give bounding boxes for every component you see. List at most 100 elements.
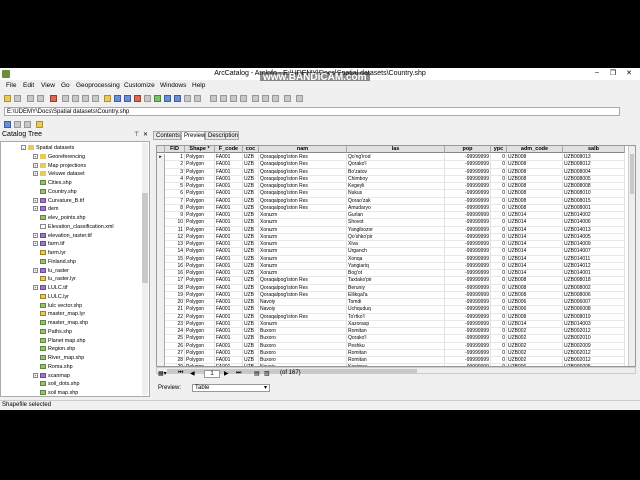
tree-item[interactable]: + Georeferencing [33, 153, 85, 161]
menu-help[interactable]: Help [192, 82, 205, 89]
expand-icon[interactable]: + [33, 206, 38, 212]
maximize-button[interactable]: ❐ [606, 69, 620, 77]
expand-icon[interactable]: + [33, 285, 38, 291]
delete-icon[interactable] [50, 95, 57, 102]
column-header[interactable]: salb [563, 146, 625, 153]
column-header[interactable]: pop [445, 146, 491, 153]
close-button[interactable]: ✕ [622, 69, 636, 77]
minimize-button[interactable]: – [590, 69, 604, 76]
back-icon[interactable] [262, 95, 269, 102]
pin-icon[interactable]: ⊤ [134, 131, 139, 138]
preview-type-select[interactable]: Table ▾ [192, 384, 270, 392]
last-record-button[interactable]: ⏭ [236, 370, 241, 377]
first-record-button[interactable]: ⏮ [178, 370, 183, 377]
arctoolbox-icon[interactable] [134, 95, 141, 102]
tree-item[interactable]: lulc vector.shp [33, 302, 82, 310]
results-icon[interactable] [184, 95, 191, 102]
metadata-properties-icon[interactable] [24, 121, 31, 128]
menu-edit[interactable]: Edit [23, 82, 34, 89]
menu-customize[interactable]: Customize [124, 82, 155, 89]
tree-item[interactable]: + LULC.tif [33, 284, 67, 292]
tree-scrollbar[interactable] [142, 143, 148, 395]
tree-item[interactable]: master_map.shp [33, 319, 88, 327]
add-data-icon[interactable] [174, 95, 181, 102]
tree-item[interactable]: Elevation_classification.xml [33, 223, 114, 231]
copy-icon[interactable] [27, 95, 34, 102]
expand-icon[interactable]: + [33, 267, 38, 273]
tree-item[interactable]: + Curvature_B.tif [33, 197, 84, 205]
column-header[interactable]: FID [165, 146, 185, 153]
tree-scroll-thumb[interactable] [142, 193, 148, 283]
expand-icon[interactable]: + [33, 232, 38, 238]
tree-item[interactable]: elev_points.shp [33, 214, 85, 222]
expand-icon[interactable]: + [33, 171, 38, 177]
column-header[interactable]: ypc [491, 146, 507, 153]
identify-icon[interactable] [252, 95, 259, 102]
modelbuilder-icon[interactable] [154, 95, 161, 102]
tree-item[interactable]: River_map.shp [33, 354, 84, 362]
show-selected-records-icon[interactable]: ▥ [264, 370, 270, 377]
catalog-window-icon[interactable] [114, 95, 121, 102]
tab-description[interactable]: Description [205, 131, 239, 140]
tree-item[interactable]: + elevation_raster.tif [33, 232, 92, 240]
menu-geoprocessing[interactable]: Geoprocessing [76, 82, 120, 89]
close-tree-icon[interactable]: ✕ [143, 131, 148, 138]
tree-item[interactable]: Planet map.shp [33, 337, 85, 345]
previous-record-button[interactable]: ◀ [190, 370, 195, 377]
table-options-icon[interactable]: ▦▾ [158, 370, 167, 377]
tree-item[interactable]: soil_dots.shp [33, 380, 79, 388]
expand-icon[interactable]: + [33, 162, 38, 168]
expand-icon[interactable]: + [33, 153, 38, 159]
paste-icon[interactable] [37, 95, 44, 102]
next-record-button[interactable]: ▶ [224, 370, 229, 377]
info-icon[interactable] [296, 95, 303, 102]
forward-icon[interactable] [272, 95, 279, 102]
details-icon[interactable] [82, 95, 89, 102]
tree-item[interactable]: + lu_raster [33, 267, 69, 275]
column-header[interactable]: F_code [215, 146, 243, 153]
tree-item[interactable]: farm.lyr [33, 249, 66, 257]
disconnect-folder-icon[interactable] [14, 95, 21, 102]
globe-icon[interactable] [164, 95, 171, 102]
tab-contents[interactable]: Contents [153, 131, 181, 140]
current-record-input[interactable]: 1 [204, 370, 220, 378]
zoom-out-icon[interactable] [220, 95, 227, 102]
menu-file[interactable]: File [6, 82, 16, 89]
connect-folder-icon[interactable] [4, 95, 11, 102]
import-metadata-icon[interactable] [36, 121, 43, 128]
pan-icon[interactable] [230, 95, 237, 102]
python-window-icon[interactable] [144, 95, 151, 102]
launch-arcmap-icon[interactable] [104, 95, 111, 102]
expand-icon[interactable]: + [33, 241, 38, 247]
search-window-icon[interactable] [124, 95, 131, 102]
tree-item[interactable]: soil map.shp [33, 389, 78, 396]
location-input[interactable]: E:\UDEMY\Docs\Spatial datasets\Country.s… [4, 107, 620, 116]
large-icons-icon[interactable] [62, 95, 69, 102]
tree-item[interactable]: Finland.shp [33, 258, 76, 266]
column-header[interactable]: las [347, 146, 445, 153]
column-header[interactable]: Shape * [185, 146, 215, 153]
create-thumbnail-icon[interactable] [284, 95, 291, 102]
menu-view[interactable]: View [41, 82, 55, 89]
tree-item[interactable]: lu_raster.lyr [33, 275, 76, 283]
show-all-records-icon[interactable]: ▤ [254, 370, 260, 377]
tree-item[interactable]: Country.shp [33, 188, 77, 196]
tab-preview[interactable]: Preview [181, 131, 205, 140]
tree-item[interactable]: + farm.tif [33, 240, 64, 248]
menu-windows[interactable]: Windows [160, 82, 186, 89]
expand-icon[interactable]: + [33, 197, 38, 203]
tree-item[interactable]: Cities.shp [33, 179, 72, 187]
menu-go[interactable]: Go [61, 82, 70, 89]
tree-item[interactable]: + Map projections [33, 162, 86, 170]
table-vertical-scrollbar[interactable] [628, 146, 635, 366]
tree-item[interactable]: + dem [33, 205, 59, 213]
full-extent-icon[interactable] [240, 95, 247, 102]
collapse-icon[interactable]: - [21, 145, 26, 151]
tree-item[interactable]: LULC.lyr [33, 293, 69, 301]
column-header[interactable]: coc [243, 146, 259, 153]
thumbnails-icon[interactable] [92, 95, 99, 102]
whats-this-icon[interactable] [194, 95, 201, 102]
edit-metadata-icon[interactable] [14, 121, 21, 128]
tree-item[interactable]: + scanmap [33, 372, 70, 380]
zoom-in-icon[interactable] [210, 95, 217, 102]
